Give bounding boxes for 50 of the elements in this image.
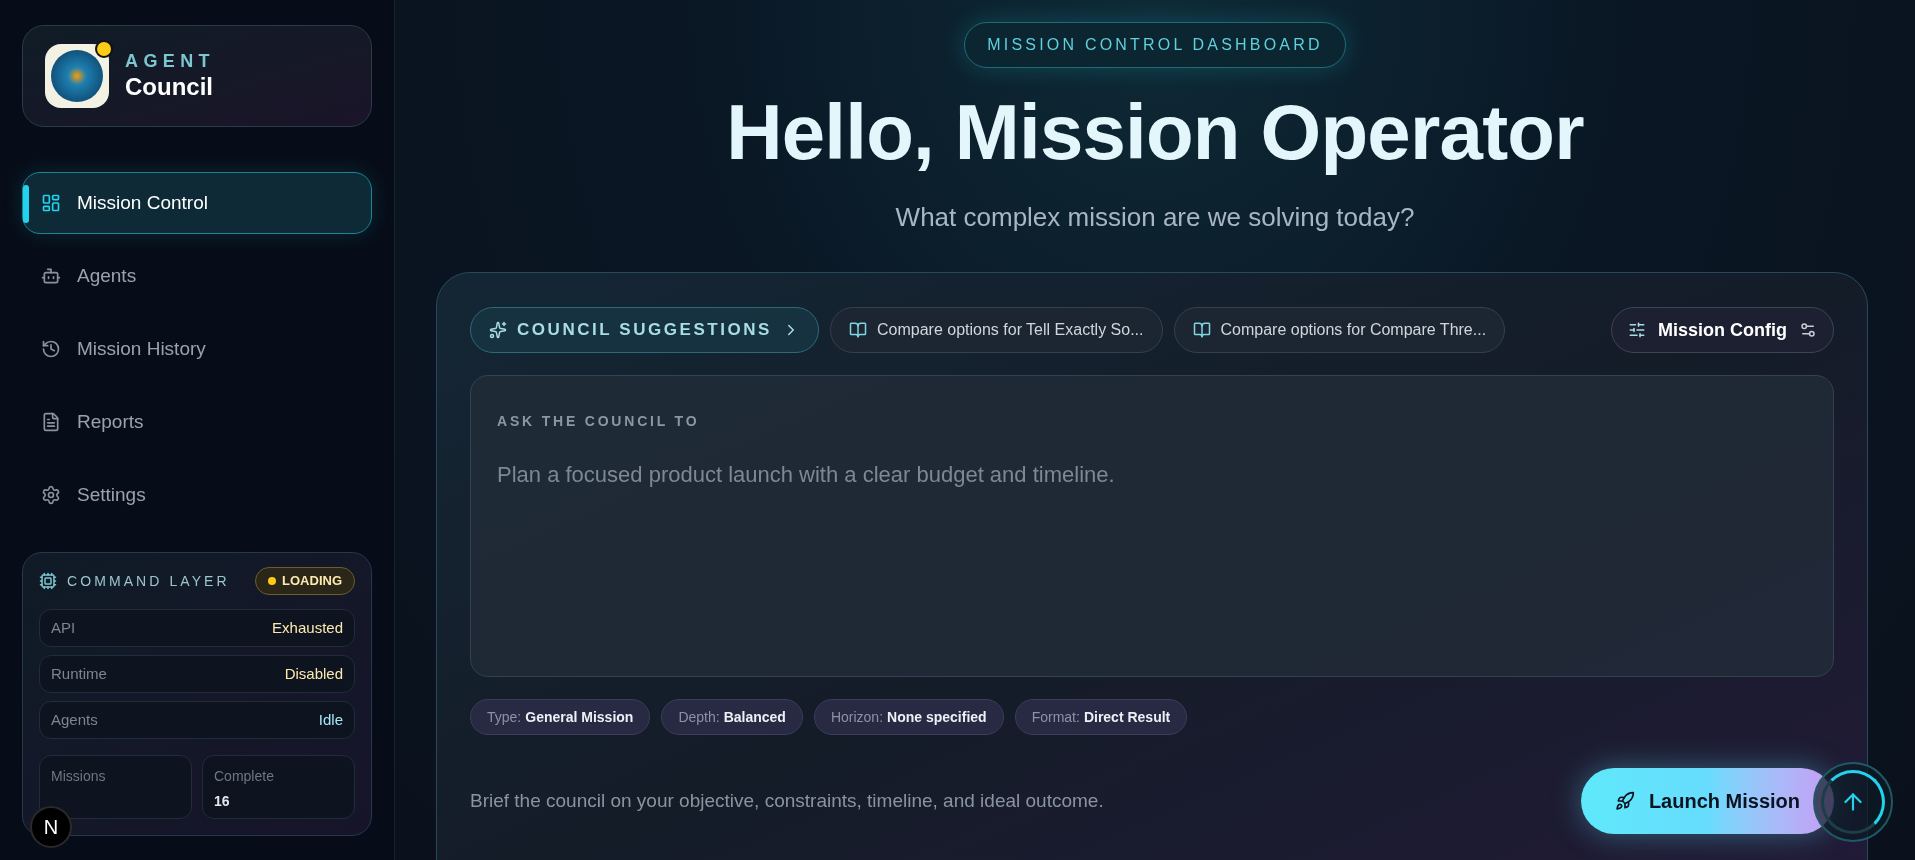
page-title: Hello, Mission Operator bbox=[726, 88, 1584, 178]
row-value: Disabled bbox=[284, 663, 343, 684]
nav-item[interactable]: Mission History bbox=[22, 318, 372, 380]
tag-label: Horizon: bbox=[830, 707, 884, 727]
page-subtitle: What complex mission are we solving today? bbox=[895, 200, 1415, 234]
tag-label: Depth: bbox=[678, 707, 720, 727]
prompt-label: ASK THE COUNCIL TO bbox=[497, 412, 700, 431]
document-icon bbox=[41, 412, 61, 432]
nav-item[interactable]: Settings bbox=[22, 464, 372, 526]
nav-item[interactable]: Agents bbox=[22, 245, 372, 307]
stat-label: Complete bbox=[214, 767, 275, 786]
tag-value: Direct Result bbox=[1083, 707, 1171, 727]
rocket-icon bbox=[1614, 791, 1635, 811]
active-indicator bbox=[23, 185, 29, 223]
nav-item[interactable]: Reports bbox=[22, 391, 372, 453]
row-label: Runtime bbox=[51, 663, 107, 684]
row-label: API bbox=[51, 617, 76, 638]
header-pill: MISSION CONTROL DASHBOARD bbox=[964, 22, 1346, 68]
row-value: Idle bbox=[318, 709, 343, 730]
tag-label: Format: bbox=[1031, 707, 1080, 727]
sparkle-icon bbox=[489, 321, 507, 339]
chip-icon bbox=[39, 572, 57, 590]
logo-icon bbox=[45, 44, 109, 108]
hint-text: Brief the council on your objective, constraints, timeline, and ideal outcome. bbox=[470, 788, 1104, 813]
stat-label: Missions bbox=[51, 767, 107, 786]
book-icon bbox=[1192, 321, 1211, 339]
book-icon bbox=[849, 321, 867, 339]
robot-icon bbox=[41, 266, 61, 286]
mission-config-button[interactable]: Mission Config bbox=[1611, 307, 1834, 353]
stat-value: 16 bbox=[214, 792, 231, 811]
history-icon bbox=[41, 339, 61, 359]
dev-badge[interactable]: N bbox=[30, 806, 72, 848]
toggles-icon bbox=[1799, 321, 1817, 339]
brand-name: Council bbox=[125, 72, 214, 103]
tag-label: Type: bbox=[487, 707, 522, 727]
tag-value: General Mission bbox=[525, 707, 634, 727]
suggestion-chip[interactable]: Compare options for Compare Thre... bbox=[1173, 307, 1506, 353]
suggestions-button[interactable]: COUNCIL SUGGESTIONS bbox=[470, 307, 819, 353]
card-title: COMMAND LAYER bbox=[67, 571, 230, 591]
tag-value: None specified bbox=[887, 707, 987, 727]
grid-icon bbox=[41, 193, 61, 213]
suggestion-chip[interactable]: Compare options for Tell Exactly So... bbox=[830, 307, 1163, 353]
status-badge: LOADING bbox=[255, 567, 355, 595]
brand-eyebrow: AGENT bbox=[125, 49, 215, 73]
tag-value: Balanced bbox=[723, 707, 786, 727]
nav-item[interactable]: Mission Control bbox=[22, 172, 372, 234]
row-value: Exhausted bbox=[272, 617, 343, 638]
row-label: Agents bbox=[51, 709, 98, 730]
sliders-icon bbox=[1628, 321, 1646, 339]
settings-icon bbox=[41, 485, 61, 505]
